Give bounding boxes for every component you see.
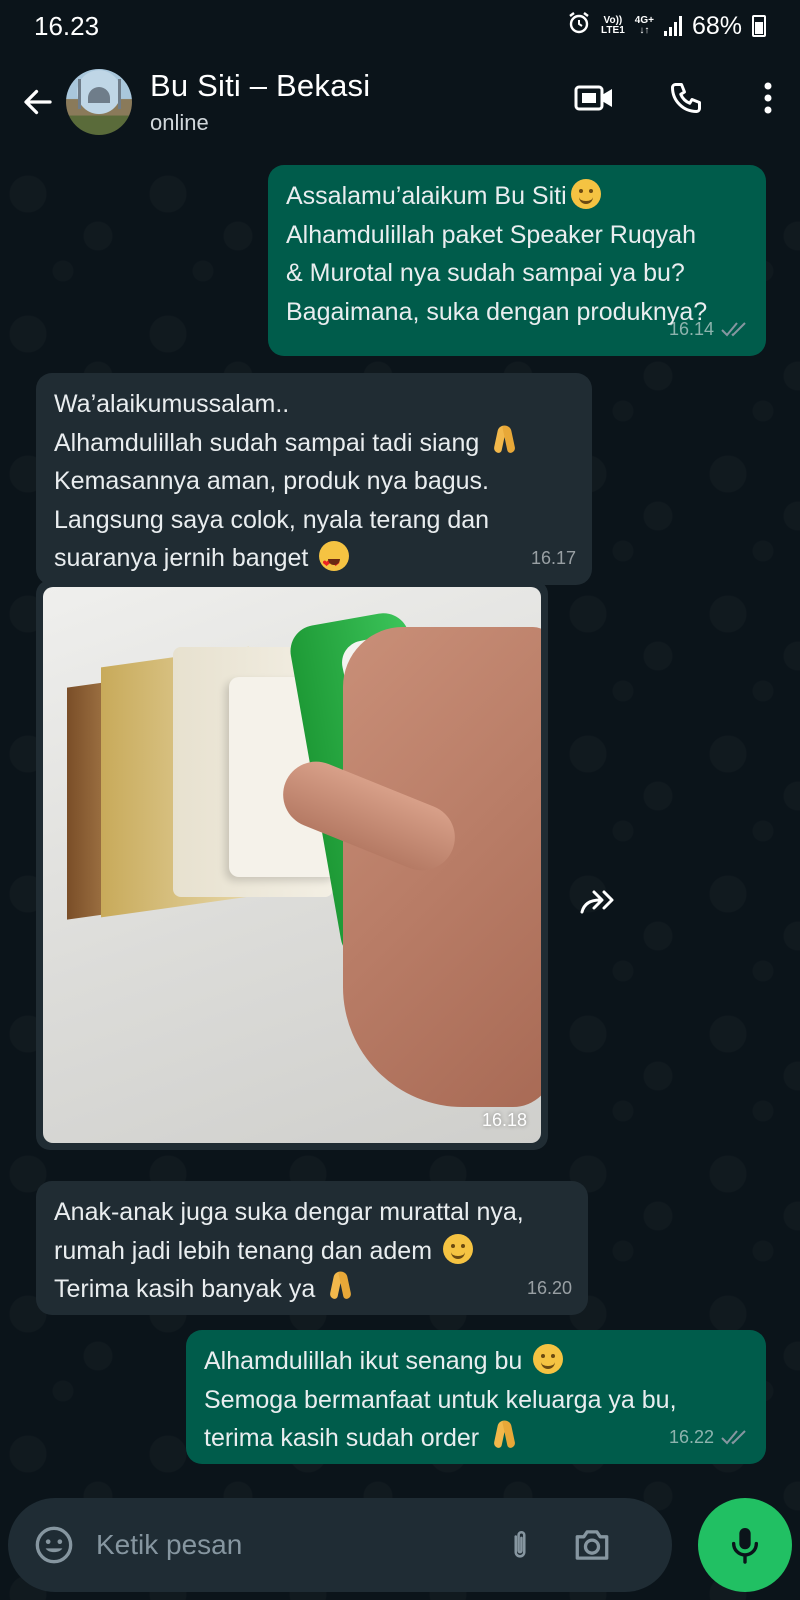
forward-button[interactable]: [570, 874, 626, 930]
message-meta: 16.18: [482, 1110, 527, 1131]
camera-button[interactable]: [568, 1521, 616, 1569]
pray-emoji-icon: [490, 1420, 520, 1452]
message-line: Terima kasih banyak ya: [54, 1270, 570, 1309]
status-time: 16.23: [34, 10, 100, 41]
message-text: Terima kasih banyak ya: [54, 1275, 316, 1303]
message-meta: 16.17: [531, 539, 576, 578]
emoji-icon: [35, 1526, 73, 1564]
message-line: Assalamu’alaikum Bu Siti: [286, 177, 748, 216]
more-vertical-icon: [764, 82, 772, 114]
smile-emoji-icon: [570, 179, 601, 209]
message-text: Alhamdulillah ikut senang bu: [204, 1347, 523, 1375]
contact-info[interactable]: Bu Siti – Bekasi online: [150, 68, 370, 136]
outgoing-message[interactable]: Alhamdulillah ikut senang bu Semoga berm…: [186, 1330, 766, 1464]
message-line: terima kasih sudah order: [204, 1419, 748, 1458]
message-line: Kemasannya aman, produk nya bagus.: [54, 467, 489, 495]
message-line: Semoga bermanfaat untuk keluarga ya bu,: [204, 1385, 677, 1414]
forward-icon: [580, 890, 614, 914]
status-indicators: Vo)) LTE1 4G+ ↓↑ 68%: [567, 11, 766, 42]
message-meta: 16.20: [527, 1269, 572, 1308]
paperclip-icon: [514, 1531, 526, 1558]
heart-eyes-emoji-icon: [319, 541, 350, 585]
outgoing-message[interactable]: Assalamu’alaikum Bu Siti Alhamdulillah p…: [268, 165, 766, 356]
video-call-icon: [574, 85, 612, 111]
message-composer: [8, 1498, 672, 1592]
message-text: Assalamu’alaikum Bu Siti: [286, 182, 567, 210]
message-text: suaranya jernih banget: [54, 544, 309, 572]
avatar-minaret: [118, 79, 121, 109]
incoming-message[interactable]: Wa’alaikumussalam.. Alhamdulillah sudah …: [36, 373, 592, 585]
message-time: 16.17: [530, 547, 576, 568]
back-button[interactable]: [14, 78, 62, 126]
message-line: Alhamdulillah sudah sampai tadi siang: [54, 424, 574, 463]
message-time: 16.20: [526, 1277, 572, 1298]
message-text: Alhamdulillah sudah sampai tadi siang: [54, 428, 480, 457]
camera-icon: [575, 1530, 609, 1560]
smile-emoji-icon: [533, 1344, 564, 1374]
voice-record-button[interactable]: [698, 1498, 792, 1592]
mic-icon: [731, 1528, 759, 1564]
battery-icon: [752, 15, 766, 37]
message-line: Anak-anak juga suka dengar murattal nya,: [54, 1198, 524, 1226]
menu-button[interactable]: [754, 74, 782, 122]
photo-hand: [343, 627, 541, 1107]
video-call-button[interactable]: [570, 74, 618, 122]
message-line: Wa’alaikumussalam..: [54, 390, 290, 418]
arrow-left-icon: [24, 89, 52, 115]
message-meta: 16.14: [669, 310, 750, 349]
avatar[interactable]: [66, 69, 132, 135]
message-time: 16.14: [668, 318, 714, 339]
header-actions: [570, 74, 782, 122]
avatar-minaret: [78, 79, 81, 109]
pray-emoji-icon: [326, 1271, 356, 1303]
chat-header: Bu Siti – Bekasi online: [0, 52, 800, 152]
message-line: Alhamdulillah paket Speaker Ruqyah: [286, 220, 696, 249]
voice-call-button[interactable]: [662, 74, 710, 122]
avatar-dome: [88, 87, 110, 103]
message-text: terima kasih sudah order: [204, 1424, 480, 1452]
phone-icon: [671, 83, 701, 113]
contact-name: Bu Siti – Bekasi: [150, 68, 371, 103]
message-line: & Murotal nya sudah sampai ya bu?: [286, 259, 685, 287]
message-time: 16.18: [481, 1110, 527, 1130]
emoji-button[interactable]: [30, 1521, 78, 1569]
network-label: 4G+: [634, 15, 654, 26]
read-ticks-icon: [721, 1430, 746, 1445]
message-meta: 16.22: [669, 1418, 750, 1457]
incoming-message[interactable]: Anak-anak juga suka dengar murattal nya,…: [36, 1181, 588, 1315]
pray-emoji-icon: [490, 425, 520, 457]
alarm-icon: [567, 11, 591, 42]
battery-percent: 68%: [691, 11, 742, 40]
status-bar: 16.23 Vo)) LTE1 4G+ ↓↑ 68%: [0, 0, 800, 52]
incoming-image-message[interactable]: 16.18: [36, 580, 548, 1150]
attach-button[interactable]: [496, 1521, 544, 1569]
message-text: rumah jadi lebih tenang dan adem: [54, 1236, 433, 1265]
contact-status: online: [150, 110, 209, 135]
message-line: rumah jadi lebih tenang dan adem: [54, 1232, 570, 1271]
lte-label: LTE1: [601, 25, 625, 36]
message-line: Alhamdulillah ikut senang bu: [204, 1342, 748, 1381]
read-ticks-icon: [721, 322, 746, 337]
message-time: 16.22: [668, 1426, 714, 1447]
volte-indicator: Vo)) LTE1: [601, 16, 625, 36]
network-indicator: 4G+ ↓↑: [634, 15, 654, 36]
message-photo[interactable]: 16.18: [43, 587, 541, 1143]
message-line: suaranya jernih banget: [54, 539, 574, 585]
grin-emoji-icon: [443, 1233, 473, 1264]
signal-icon: [663, 16, 682, 36]
message-input[interactable]: [96, 1529, 496, 1561]
message-line: Langsung saya colok, nyala terang dan: [54, 505, 490, 534]
